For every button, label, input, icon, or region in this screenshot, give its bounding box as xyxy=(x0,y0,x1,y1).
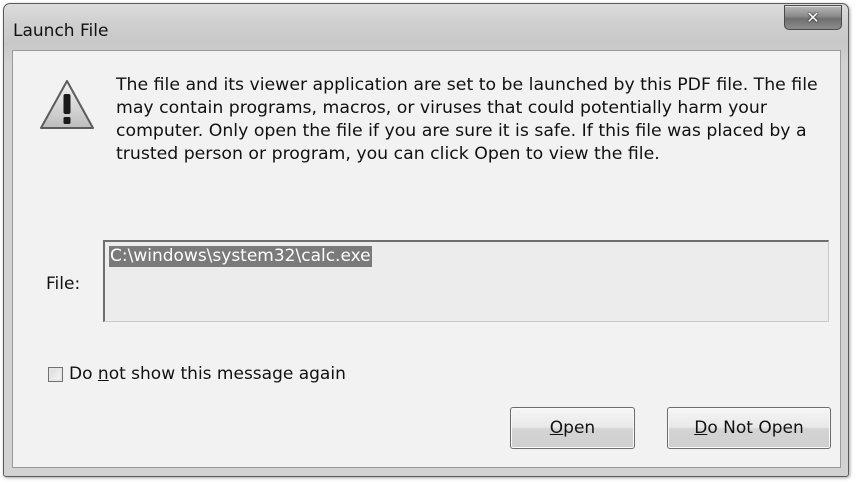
launch-file-dialog: Launch File ✕ The file and its viewer ap… xyxy=(3,3,849,477)
warning-triangle-icon xyxy=(40,80,94,129)
file-path-text: C:\windows\system32\calc.exe xyxy=(109,246,372,267)
do-not-show-again-label[interactable]: Do not show this message again xyxy=(69,364,346,384)
warning-message: The file and its viewer application are … xyxy=(116,75,818,164)
close-button[interactable]: ✕ xyxy=(784,5,842,30)
do-not-show-again-row[interactable]: Do not show this message again xyxy=(48,363,346,385)
close-icon: ✕ xyxy=(806,8,820,27)
open-button[interactable]: Open xyxy=(510,407,635,449)
file-path-field[interactable]: C:\windows\system32\calc.exe xyxy=(103,240,829,322)
do-not-show-again-checkbox[interactable] xyxy=(48,366,63,382)
dialog-title: Launch File xyxy=(13,21,109,41)
dialog-body: The file and its viewer application are … xyxy=(12,50,841,468)
do-not-open-button[interactable]: Do Not Open xyxy=(667,407,831,449)
file-label: File: xyxy=(46,274,81,294)
